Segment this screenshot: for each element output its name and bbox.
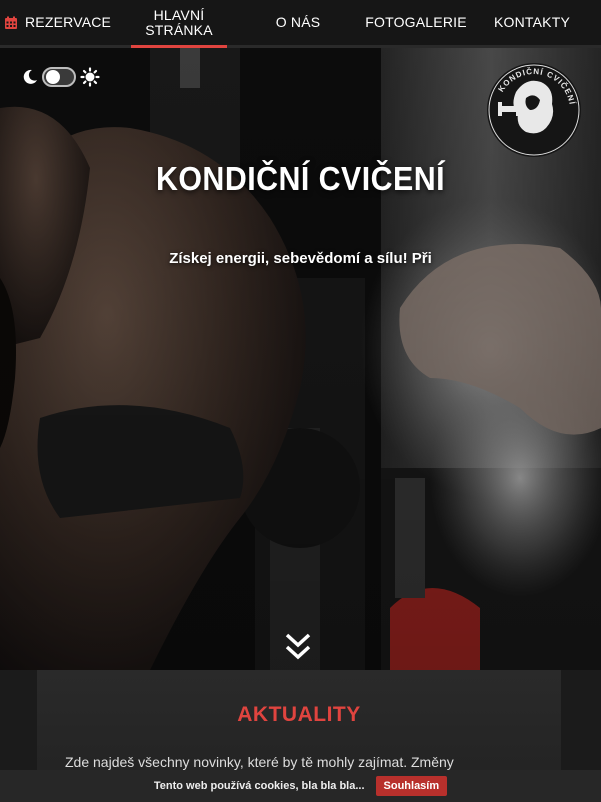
nav-contacts-label: KONTAKTY <box>493 14 571 30</box>
nav-home-label: HLAVNÍ STRÁNKA <box>145 6 213 38</box>
nav-gallery[interactable]: FOTOGALERIE <box>364 0 468 45</box>
theme-switch-knob <box>46 70 60 84</box>
theme-switch[interactable] <box>42 67 76 87</box>
main-navbar: REZERVACE HLAVNÍ STRÁNKA O NÁS FOTOGALER… <box>0 0 601 48</box>
nav-reservation[interactable]: REZERVACE <box>0 0 112 45</box>
nav-about[interactable]: O NÁS <box>258 0 338 45</box>
hero-title: KONDIČNÍ CVIČENÍ <box>155 160 446 197</box>
hero-section: KONDIČNÍ CVIČENÍ KONDIČNÍ CVIČENÍ Získej… <box>0 48 601 670</box>
news-text: Zde najdeš všechny novinky, které by tě … <box>65 754 454 770</box>
hero-subtitle: Získej energii, sebevědomí a sílu! Při <box>169 250 432 267</box>
nav-reservation-label: REZERVACE <box>25 14 112 30</box>
double-chevron-down-icon[interactable] <box>284 632 312 662</box>
moon-icon <box>23 69 37 84</box>
cookie-accept-button[interactable]: Souhlasím <box>375 776 448 796</box>
nav-contacts[interactable]: KONTAKTY <box>487 0 577 45</box>
calendar-icon <box>5 16 17 29</box>
cookie-bar: Tento web používá cookies, bla bla bla..… <box>0 770 601 802</box>
news-title: AKTUALITY <box>237 703 361 726</box>
cookie-text: Tento web používá cookies, bla bla bla..… <box>153 780 365 792</box>
nav-home-label-line1: HLAVNÍ <box>153 6 205 23</box>
brand-logo: KONDIČNÍ CVIČENÍ <box>487 63 581 157</box>
nav-about-label: O NÁS <box>275 14 321 30</box>
nav-home[interactable]: HLAVNÍ STRÁNKA <box>131 0 227 48</box>
theme-toggle[interactable] <box>22 67 100 87</box>
sun-icon <box>80 67 100 87</box>
nav-gallery-label: FOTOGALERIE <box>365 14 467 30</box>
nav-home-label-line2: STRÁNKA <box>145 21 213 38</box>
